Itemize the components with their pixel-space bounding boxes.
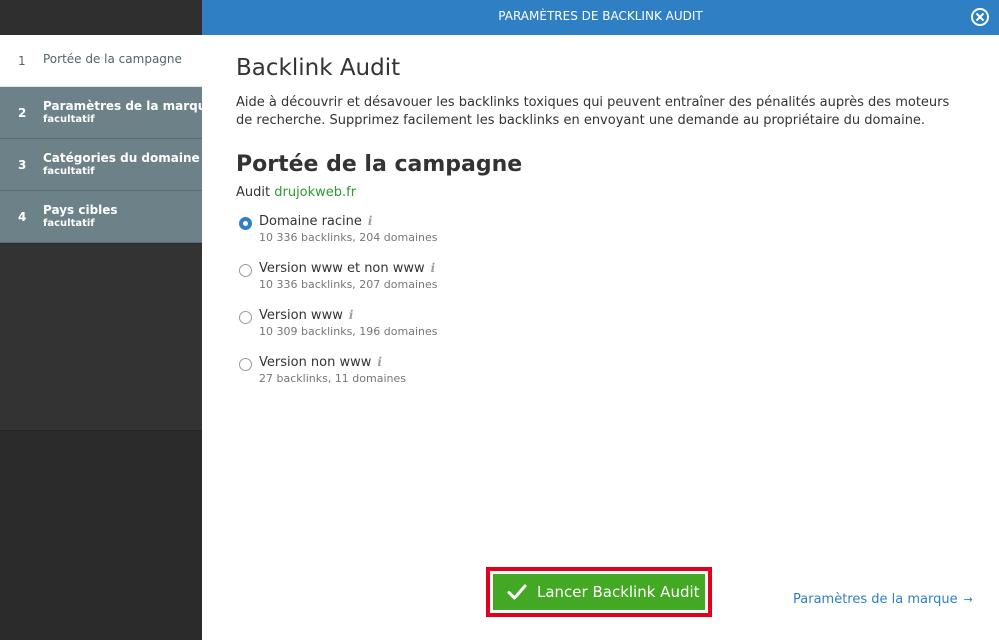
option-meta: 10 309 backlinks, 196 domaines: [259, 325, 438, 338]
launch-audit-button[interactable]: Lancer Backlink Audit: [493, 574, 705, 610]
option-label: Version www et non www i: [259, 255, 965, 278]
info-icon[interactable]: i: [431, 259, 436, 277]
option-label: Domaine racine i: [259, 208, 965, 231]
step-number: 3: [18, 157, 27, 172]
step-number: 1: [18, 53, 26, 68]
scope-option-non-www[interactable]: Version non www i 27 backlinks, 11 domain…: [236, 349, 965, 396]
step-optional-label: facultatif: [43, 166, 95, 177]
option-label: Version non www i: [259, 349, 965, 372]
radio-unselected[interactable]: [239, 264, 252, 277]
audit-prefix: Audit: [236, 185, 271, 200]
scope-option-www-and-non-www[interactable]: Version www et non www i 10 336 backlinks…: [236, 255, 965, 302]
dialog-header: PARAMÈTRES DE BACKLINK AUDIT: [202, 0, 999, 35]
arrow-right-icon: →: [963, 593, 973, 606]
step-label: Catégories du domaine: [43, 151, 200, 165]
scope-option-www[interactable]: Version www i 10 309 backlinks, 196 domai…: [236, 302, 965, 349]
step-number: 4: [18, 209, 27, 224]
info-icon[interactable]: i: [377, 353, 382, 371]
radio-selected[interactable]: [239, 217, 252, 230]
option-meta: 27 backlinks, 11 domaines: [259, 372, 407, 385]
audit-target: Audit drujokweb.fr: [236, 185, 965, 200]
sidebar-step-campaign-scope[interactable]: 1 Portée de la campagne: [0, 35, 202, 87]
step-label: Paramètres de la marque: [43, 99, 215, 113]
scope-option-root-domain[interactable]: Domaine racine i 10 336 backlinks, 204 do…: [236, 208, 965, 255]
audit-domain: drujokweb.fr: [274, 185, 357, 200]
scope-options: Domaine racine i 10 336 backlinks, 204 do…: [236, 208, 965, 396]
option-label-text: Version www et non www: [259, 261, 425, 276]
close-icon[interactable]: [971, 8, 989, 26]
step-number: 2: [18, 105, 27, 120]
sidebar: 1 Portée de la campagne 2 Paramètres de …: [0, 0, 215, 640]
sidebar-footer-area: [0, 430, 202, 640]
sidebar-step-brand-settings[interactable]: 2 Paramètres de la marque facultatif: [0, 87, 215, 139]
info-icon[interactable]: i: [368, 212, 373, 230]
page-description: Aide à découvrir et désavouer les backli…: [236, 95, 950, 128]
check-icon: [507, 584, 527, 600]
option-meta: 10 336 backlinks, 207 domaines: [259, 278, 438, 291]
option-label-text: Domaine racine: [259, 214, 362, 229]
radio-unselected[interactable]: [239, 311, 252, 324]
sidebar-step-target-countries[interactable]: 4 Pays cibles facultatif: [0, 191, 202, 243]
info-icon[interactable]: i: [349, 306, 354, 324]
next-step-label: Paramètres de la marque: [793, 592, 958, 607]
sidebar-step-domain-categories[interactable]: 3 Catégories du domaine facultatif: [0, 139, 202, 191]
sidebar-top: [0, 0, 202, 35]
dialog-title: PARAMÈTRES DE BACKLINK AUDIT: [498, 9, 703, 23]
step-label: Portée de la campagne: [43, 52, 182, 66]
option-label: Version www i: [259, 302, 965, 325]
launch-label: Lancer Backlink Audit: [537, 583, 700, 601]
sidebar-filler: [0, 244, 202, 430]
page-title: Backlink Audit: [236, 55, 401, 81]
option-label-text: Version non www: [259, 355, 372, 370]
option-meta: 10 336 backlinks, 204 domaines: [259, 231, 438, 244]
next-step-link[interactable]: Paramètres de la marque →: [793, 592, 973, 607]
main-content: Backlink Audit Aide à découvrir et désav…: [202, 35, 999, 640]
option-label-text: Version www: [259, 308, 343, 323]
step-optional-label: facultatif: [43, 218, 95, 229]
launch-button-highlight: Lancer Backlink Audit: [486, 567, 712, 617]
section-title: Portée de la campagne: [236, 152, 523, 177]
step-optional-label: facultatif: [43, 114, 95, 125]
radio-unselected[interactable]: [239, 358, 252, 371]
step-label: Pays cibles: [43, 203, 118, 217]
